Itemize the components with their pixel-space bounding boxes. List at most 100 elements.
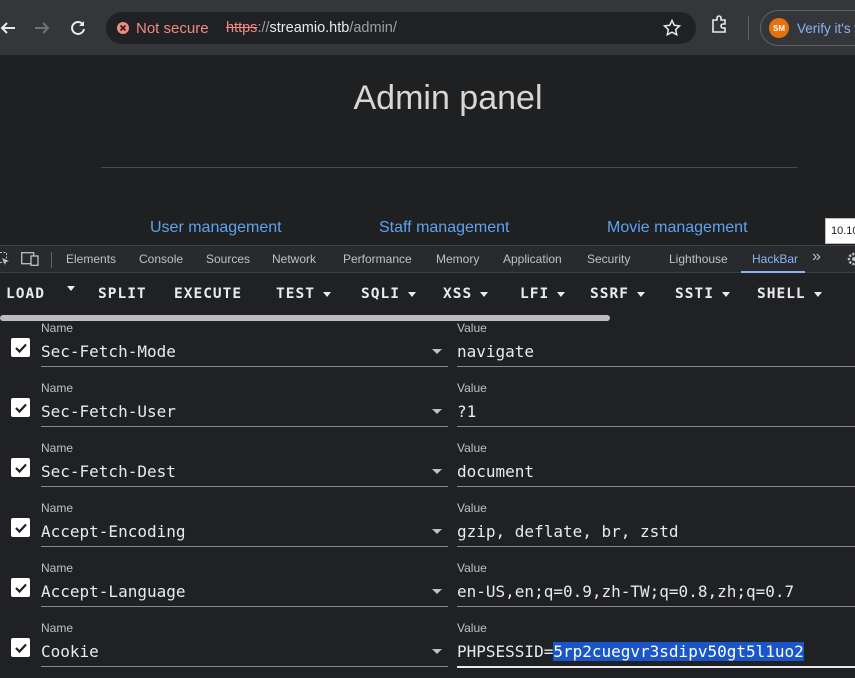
toolbar-divider (748, 16, 749, 40)
name-label: Name (41, 501, 74, 515)
not-secure-icon (117, 22, 129, 34)
hackbar-xss-menu[interactable]: XSS (443, 286, 489, 302)
reload-icon (71, 20, 85, 35)
header-enabled-checkbox[interactable] (11, 398, 30, 417)
tab-elements[interactable]: Elements (66, 252, 116, 266)
tab-security[interactable]: Security (587, 252, 630, 266)
chevron-down-icon (407, 291, 416, 297)
value-underline (457, 366, 855, 367)
selected-session-id: 5rp2cuegvr3sdipv50gt5l1uo2 (553, 642, 804, 661)
hackbar-shell-menu[interactable]: SHELL (757, 286, 822, 302)
checkmark-icon (14, 583, 27, 593)
inspect-element-button[interactable] (0, 252, 10, 271)
chevron-down-icon[interactable] (432, 649, 442, 654)
header-row: Name Accept-Encoding Value gzip, deflate… (0, 501, 855, 561)
chevron-down-icon[interactable] (432, 469, 442, 474)
tab-performance[interactable]: Performance (343, 252, 412, 266)
tab-sources[interactable]: Sources (206, 252, 250, 266)
url-path: /admin/ (349, 20, 397, 36)
browser-toolbar: Not secure https://streamio.htb/admin/ S… (0, 0, 855, 55)
device-toolbar-button[interactable] (21, 252, 39, 271)
header-name-field[interactable]: Sec-Fetch-Mode (41, 342, 176, 361)
hackbar-lfi-menu[interactable]: LFI (520, 286, 566, 302)
header-enabled-checkbox[interactable] (11, 518, 30, 537)
tab-memory[interactable]: Memory (436, 252, 479, 266)
header-value-field[interactable]: navigate (457, 342, 534, 361)
verify-text: Verify it's y (797, 20, 855, 36)
tab-network[interactable]: Network (272, 252, 316, 266)
hackbar-load-dropdown[interactable] (63, 286, 75, 291)
header-name-field[interactable]: Cookie (41, 642, 99, 661)
admin-page: Admin panel User management Staff manage… (0, 55, 855, 245)
chevron-down-icon[interactable] (432, 589, 442, 594)
value-underline (457, 426, 855, 427)
header-value-field[interactable]: en-US,en;q=0.9,zh-TW;q=0.8,zh;q=0.7 (457, 582, 794, 601)
value-label: Value (457, 381, 487, 395)
page-divider (101, 167, 797, 168)
header-enabled-checkbox[interactable] (11, 578, 30, 597)
security-chip[interactable]: Not secure (116, 19, 209, 37)
header-row: Name Cookie Value PHPSESSID=5rp2cuegvr3s… (0, 621, 855, 678)
chevron-down-icon[interactable] (432, 349, 442, 354)
bookmark-button[interactable] (662, 18, 682, 43)
header-value-field[interactable]: PHPSESSID=5rp2cuegvr3sdipv50gt5l1uo2 (457, 642, 804, 661)
value-label: Value (457, 321, 487, 335)
chevron-down-icon[interactable] (432, 409, 442, 414)
movie-management-link[interactable]: Movie management (607, 219, 748, 237)
value-underline (457, 546, 855, 547)
header-enabled-checkbox[interactable] (11, 458, 30, 477)
hackbar-ssti-menu[interactable]: SSTI (675, 286, 730, 302)
header-value-field[interactable]: ?1 (457, 402, 476, 421)
value-label: Value (457, 441, 487, 455)
star-icon (662, 18, 682, 37)
header-name-field[interactable]: Accept-Language (41, 582, 186, 601)
tab-lighthouse[interactable]: Lighthouse (669, 252, 728, 266)
tab-console[interactable]: Console (139, 252, 183, 266)
header-enabled-checkbox[interactable] (11, 338, 30, 357)
header-name-field[interactable]: Sec-Fetch-User (41, 402, 176, 421)
checkmark-icon (14, 343, 27, 353)
user-management-link[interactable]: User management (150, 219, 282, 237)
header-value-field[interactable]: document (457, 462, 534, 481)
back-button[interactable] (0, 14, 22, 42)
arrow-right-icon (35, 22, 50, 34)
hackbar-split-label: SPLIT (98, 286, 147, 302)
header-value-field[interactable]: gzip, deflate, br, zstd (457, 522, 679, 541)
reload-button[interactable] (64, 14, 92, 42)
value-label: Value (457, 621, 487, 635)
hackbar-test-menu[interactable]: TEST (276, 286, 331, 302)
forward-button[interactable] (28, 14, 56, 42)
hackbar-split-button[interactable]: SPLIT (98, 286, 147, 302)
hackbar-ssti-label: SSTI (675, 286, 714, 302)
chevron-down-icon (67, 286, 75, 291)
devtools-separator (51, 252, 52, 268)
address-bar[interactable]: Not secure https://streamio.htb/admin/ (106, 12, 696, 44)
tab-application[interactable]: Application (503, 252, 562, 266)
chevron-down-icon (480, 291, 489, 297)
hackbar-load-button[interactable]: LOAD (6, 286, 45, 302)
extensions-button[interactable] (710, 14, 730, 39)
name-label: Name (41, 321, 74, 335)
header-row: Name Sec-Fetch-User Value ?1 (0, 381, 855, 441)
verify-extension-chip[interactable]: SM Verify it's y (760, 10, 855, 46)
hackbar-ssrf-label: SSRF (590, 286, 629, 302)
devtools-settings-button[interactable] (846, 251, 855, 272)
header-name-field[interactable]: Sec-Fetch-Dest (41, 462, 176, 481)
header-enabled-checkbox[interactable] (11, 638, 30, 657)
more-tabs-button[interactable]: » (812, 248, 821, 266)
extension-logo-icon: SM (769, 18, 789, 38)
hackbar-ssrf-menu[interactable]: SSRF (590, 286, 645, 302)
checkmark-icon (14, 463, 27, 473)
hackbar-sqli-menu[interactable]: SQLI (361, 286, 416, 302)
staff-management-link[interactable]: Staff management (379, 219, 509, 237)
chevron-down-icon (636, 291, 645, 297)
chevron-down-icon[interactable] (432, 529, 442, 534)
header-name-field[interactable]: Accept-Encoding (41, 522, 186, 541)
checkmark-icon (14, 643, 27, 653)
header-row: Name Accept-Language Value en-US,en;q=0.… (0, 561, 855, 621)
hackbar-execute-button[interactable]: EXECUTE (174, 286, 242, 302)
tab-hackbar[interactable]: HackBar (752, 252, 798, 266)
ip-tooltip: 10.10 (825, 218, 855, 244)
header-row: Name Sec-Fetch-Mode Value navigate (0, 321, 855, 381)
chevron-down-icon (557, 291, 566, 297)
